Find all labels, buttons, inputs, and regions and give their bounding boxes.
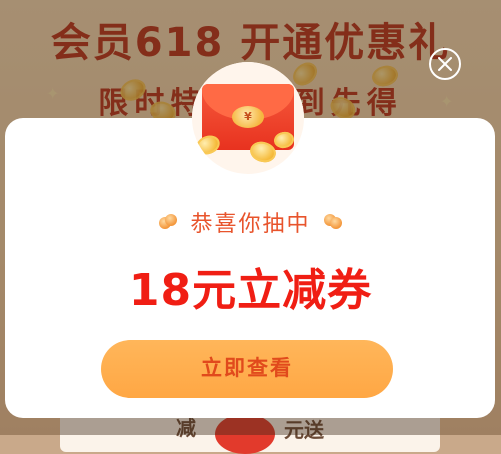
red-packet-avatar: ¥ (192, 62, 304, 174)
coin-decoration-icon (159, 214, 178, 230)
view-coupon-button[interactable]: 立即查看 (101, 340, 393, 398)
close-icon (438, 57, 452, 71)
packet-seal: ¥ (232, 106, 264, 128)
congrats-text: 恭喜你抽中 (190, 212, 311, 237)
coin-decoration-icon (323, 214, 342, 230)
congrats-row: 恭喜你抽中 (0, 206, 501, 237)
red-packet-icon: ¥ (192, 62, 304, 174)
coupon-title: 18元立减券 (128, 265, 373, 316)
close-button[interactable] (429, 48, 461, 80)
